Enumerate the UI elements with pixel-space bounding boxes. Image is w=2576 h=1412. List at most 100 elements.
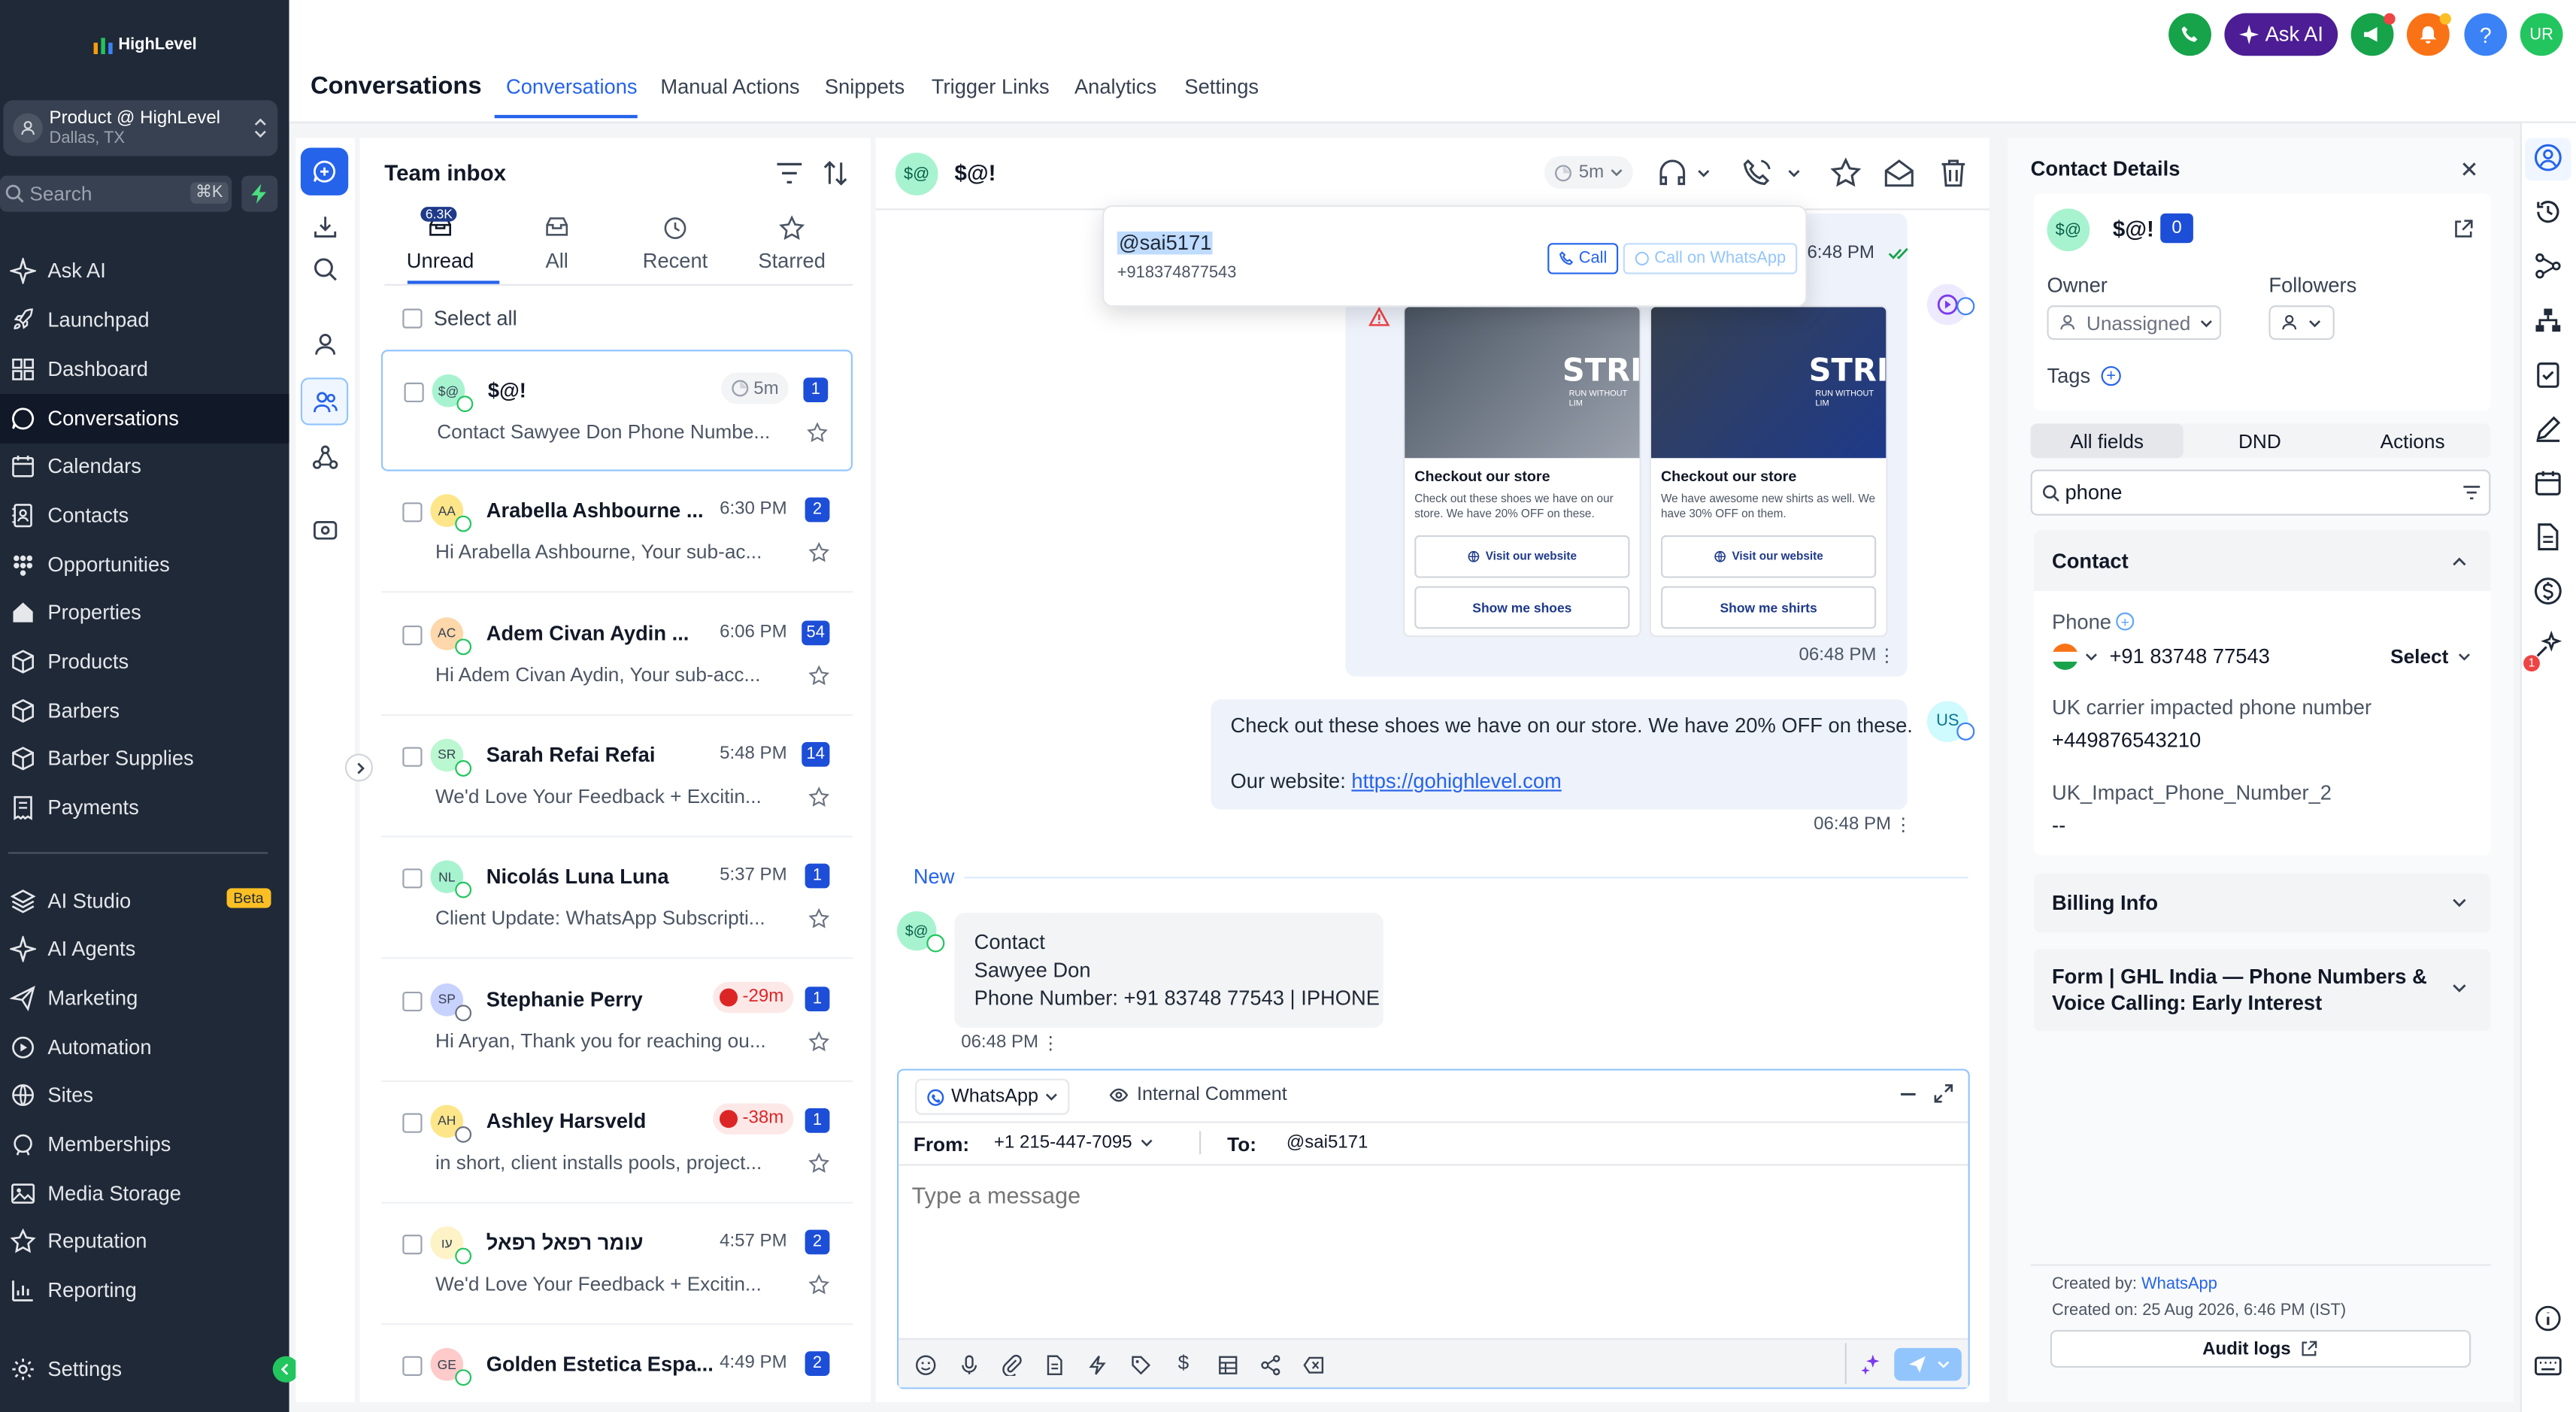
to-value[interactable]: @sai5171 — [1286, 1133, 1368, 1153]
visit-website-button[interactable]: Visit our website — [1414, 535, 1630, 578]
sidebar-item-marketing[interactable]: Marketing — [0, 974, 289, 1023]
audit-logs-button[interactable]: Audit logs — [2050, 1329, 2471, 1368]
expand-panel-button[interactable] — [344, 753, 373, 782]
star-icon[interactable] — [808, 1030, 830, 1051]
sidebar-item-barbers[interactable]: Barbers — [0, 686, 289, 736]
internal-comment-tab[interactable]: Internal Comment — [1109, 1085, 1287, 1105]
ai-agent-icon[interactable] — [2533, 630, 2562, 660]
tab-manual-actions[interactable]: Manual Actions — [660, 75, 799, 98]
send-button[interactable] — [1894, 1347, 1962, 1381]
history-icon[interactable] — [2533, 197, 2562, 226]
sidebar-item-properties[interactable]: Properties — [0, 588, 289, 638]
message-menu-icon[interactable]: ⋮ — [1041, 1033, 1059, 1054]
attachment-icon[interactable] — [1002, 1354, 1022, 1376]
filter-icon[interactable] — [775, 161, 803, 186]
pipeline-icon[interactable] — [2533, 251, 2562, 280]
ai-sparkle-icon[interactable] — [1859, 1353, 1883, 1376]
phone-button[interactable] — [2168, 13, 2211, 56]
conversation-checkbox[interactable] — [402, 868, 423, 889]
new-conversation-button[interactable] — [300, 147, 349, 195]
ask-ai-button[interactable]: Ask AI — [2224, 13, 2338, 56]
tasks-icon[interactable] — [2533, 359, 2562, 389]
info-icon[interactable] — [2533, 1304, 2562, 1333]
sidebar-item-payments[interactable]: Payments — [0, 783, 289, 833]
conversation-checkbox[interactable] — [402, 1356, 423, 1377]
sidebar-item-reporting[interactable]: Reporting — [0, 1266, 289, 1316]
details-tab-actions[interactable]: Actions — [2336, 423, 2489, 458]
conversation-item[interactable]: NL Nicolás Luna Luna 5:37 PM 1 Client Update… — [380, 838, 853, 959]
emoji-icon[interactable] — [915, 1355, 936, 1376]
message-menu-icon[interactable]: ⋮ — [1877, 645, 1896, 666]
message-input[interactable] — [911, 1182, 1947, 1330]
sidebar-item-media-storage[interactable]: Media Storage — [0, 1169, 289, 1219]
call-whatsapp-button[interactable]: Call on WhatsApp — [1623, 243, 1798, 274]
conversation-checkbox[interactable] — [402, 990, 423, 1011]
tab-conversations[interactable]: Conversations — [506, 75, 638, 98]
phone-type-select[interactable]: Select — [2390, 645, 2471, 668]
mark-read-icon[interactable] — [1883, 158, 1916, 189]
add-phone-button[interactable]: + — [2116, 612, 2135, 631]
sidebar-item-memberships[interactable]: Memberships — [0, 1120, 289, 1169]
conversation-checkbox[interactable] — [402, 502, 423, 523]
lightning-icon[interactable] — [1087, 1355, 1107, 1376]
conversation-item[interactable]: AC Adem Civan Aydin ... 6:06 PM 54 Hi Adem C… — [380, 594, 853, 716]
snooze-timer[interactable]: 5m — [1544, 156, 1634, 189]
followers-select[interactable] — [2268, 305, 2335, 341]
conversation-item[interactable]: SR Sarah Refai Refai 5:48 PM 14 We'd Love Yo… — [380, 716, 853, 838]
star-icon[interactable] — [808, 786, 830, 808]
view-icon[interactable] — [312, 517, 338, 544]
sidebar-item-calendars[interactable]: Calendars — [0, 441, 289, 491]
expand-icon[interactable] — [1934, 1083, 1953, 1103]
phone-value[interactable]: +91 83748 77543 — [2109, 645, 2269, 668]
sidebar-item-barber-supplies[interactable]: Barber Supplies — [0, 734, 289, 783]
tab-trigger-links[interactable]: Trigger Links — [932, 75, 1050, 98]
notes-icon[interactable] — [2533, 522, 2562, 551]
search-icon[interactable] — [312, 256, 338, 283]
message-menu-icon[interactable]: ⋮ — [1894, 814, 1912, 835]
pen-icon[interactable] — [2533, 414, 2562, 443]
call-dropdown-icon[interactable] — [1741, 158, 1804, 191]
filter-tab-all[interactable]: All — [499, 208, 614, 277]
tab-settings[interactable]: Settings — [1184, 75, 1259, 98]
conversation-item[interactable]: AH Ashley Harsveld -38m 1 in short, client i… — [380, 1082, 853, 1204]
tab-snippets[interactable]: Snippets — [825, 75, 905, 98]
sidebar-item-ai-agents[interactable]: AI Agents — [0, 924, 289, 974]
call-button[interactable]: Call — [1547, 243, 1619, 274]
star-icon[interactable] — [808, 664, 830, 686]
billing-section[interactable]: Billing Info — [2033, 873, 2491, 933]
filter-tab-unread[interactable]: Unread 6.3K — [383, 207, 498, 277]
conversation-checkbox[interactable] — [402, 1235, 423, 1255]
sidebar-search[interactable]: Search ⌘K — [0, 175, 232, 212]
form-section[interactable]: Form | GHL India — Phone Numbers & Voice… — [2033, 949, 2491, 1032]
uk-phone-value[interactable]: +449876543210 — [2052, 729, 2201, 753]
star-icon[interactable] — [808, 542, 830, 563]
external-link-icon[interactable] — [2453, 218, 2474, 239]
clear-icon[interactable] — [1303, 1355, 1324, 1376]
sidebar-item-automation[interactable]: Automation — [0, 1023, 289, 1072]
details-tab-dnd[interactable]: DND — [2184, 423, 2336, 458]
created-by-value[interactable]: WhatsApp — [2141, 1276, 2217, 1294]
keyboard-icon[interactable] — [2533, 1351, 2562, 1380]
channel-selector[interactable]: WhatsApp — [915, 1078, 1070, 1115]
tab-analytics[interactable]: Analytics — [1074, 75, 1156, 98]
conversation-item[interactable]: $@ $@! 5m 1 Contact Sawyee Don Phone Numbe..… — [380, 350, 853, 471]
microphone-icon[interactable] — [959, 1355, 979, 1376]
uk2-value[interactable]: -- — [2052, 814, 2065, 838]
chevron-down-icon[interactable] — [2085, 650, 2098, 663]
close-icon[interactable] — [2461, 161, 2478, 177]
sidebar-item-launchpad[interactable]: Launchpad — [0, 295, 289, 345]
star-icon[interactable] — [808, 1274, 830, 1295]
table-icon[interactable] — [1217, 1355, 1238, 1376]
trash-icon[interactable] — [1938, 158, 1968, 189]
star-icon[interactable] — [808, 908, 830, 929]
conversation-item[interactable]: AA Arabella Ashbourne ... 6:30 PM 2 Hi Arabe… — [380, 471, 853, 593]
conversation-checkbox[interactable] — [402, 1113, 423, 1133]
sidebar-item-dashboard[interactable]: Dashboard — [0, 345, 289, 395]
india-flag-icon[interactable] — [2052, 644, 2078, 670]
sitemap-icon[interactable] — [2533, 305, 2562, 335]
conversation-item[interactable]: עו עומר רפאל רפאל 4:57 PM 2 We'd Love Your F… — [380, 1204, 853, 1326]
assign-dropdown-icon[interactable] — [1656, 158, 1711, 191]
document-icon[interactable] — [1045, 1355, 1065, 1376]
add-tag-button[interactable]: + — [2101, 365, 2121, 386]
conversation-checkbox[interactable] — [404, 382, 424, 403]
